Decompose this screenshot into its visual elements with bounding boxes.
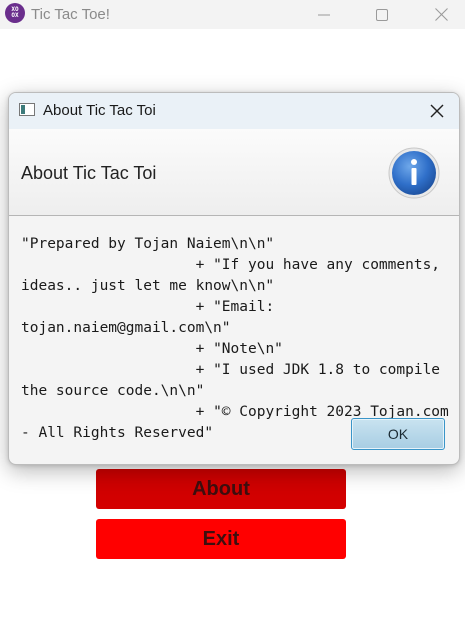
exit-button[interactable]: Exit [96,519,346,559]
dialog-message: "Prepared by Tojan Naiem\n\n" + "If you … [21,236,449,441]
window-titlebar: XO OX Tic Tac Toe! [0,0,465,29]
maximize-icon [376,8,388,21]
ok-button[interactable]: OK [351,418,445,450]
minimize-icon [318,14,330,15]
dialog-header: About Tic Tac Toi [9,129,459,216]
dialog-titlebar: About Tic Tac Toi [9,93,459,129]
about-button[interactable]: About [96,469,346,509]
dialog-title: About Tic Tac Toi [43,102,156,119]
xo-game-icon: XO OX [5,3,25,23]
info-icon [388,147,440,199]
about-dialog: About Tic Tac Toi About Tic Tac Toi "Pre… [8,92,460,465]
close-icon [430,104,444,118]
window-title: Tic Tac Toe! [31,6,110,23]
maximize-button[interactable] [359,0,405,29]
dialog-window-icon [19,103,35,116]
close-icon [434,8,448,21]
dialog-close-button[interactable] [421,97,453,125]
window-close-button[interactable] [418,0,464,29]
app-icon-text: XO OX [11,6,19,19]
dialog-header-title: About Tic Tac Toi [21,163,157,183]
minimize-button[interactable] [301,0,347,29]
